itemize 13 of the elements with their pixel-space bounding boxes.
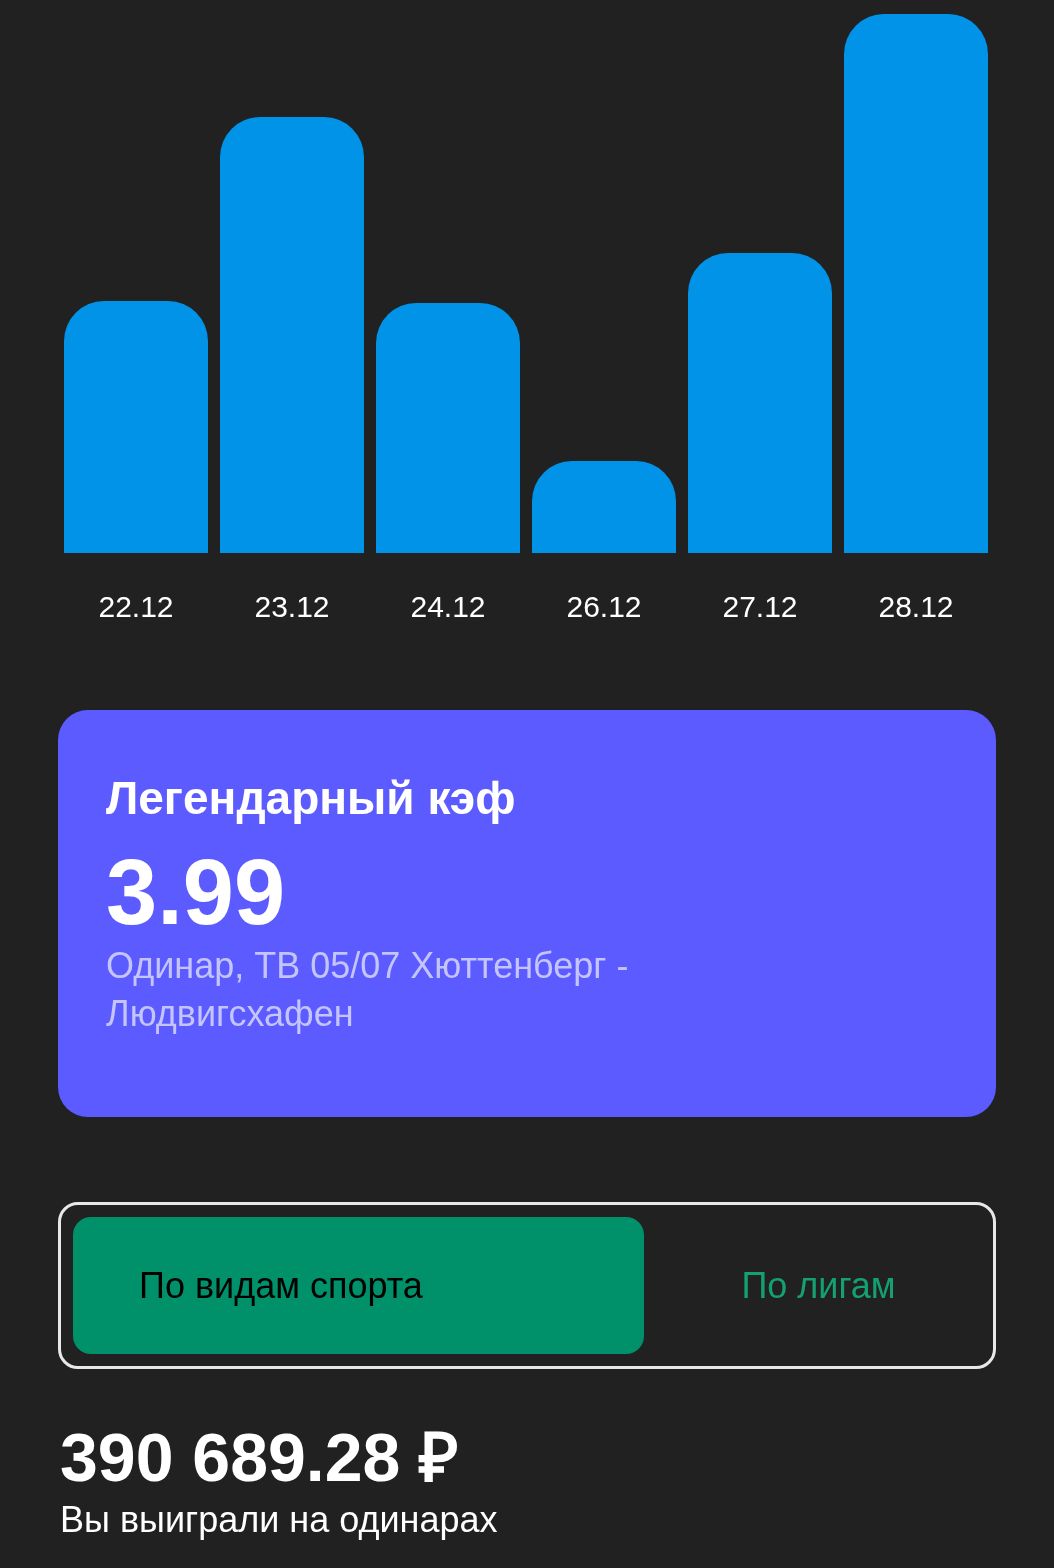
odds-value: 3.99 <box>106 842 287 942</box>
bar-label: 28.12 <box>878 589 954 625</box>
bar-label: 24.12 <box>410 589 486 625</box>
bet-description: Одинар, ТВ 05/07 Хюттенберг - Людвигсхафен <box>106 944 630 1036</box>
bar-label: 22.12 <box>98 589 174 625</box>
winnings-caption: Вы выиграли на одинарах <box>60 1498 499 1542</box>
bar-label: 26.12 <box>566 589 642 625</box>
segment-tab[interactable]: По лигам <box>656 1217 981 1354</box>
bar-label: 27.12 <box>722 589 798 625</box>
card-title: Легендарный кэф <box>106 771 517 826</box>
segment-tab[interactable]: По видам спорта <box>73 1217 644 1354</box>
bar-label: 23.12 <box>254 589 330 625</box>
winnings-amount: 390 689.28 ₽ <box>60 1419 461 1495</box>
